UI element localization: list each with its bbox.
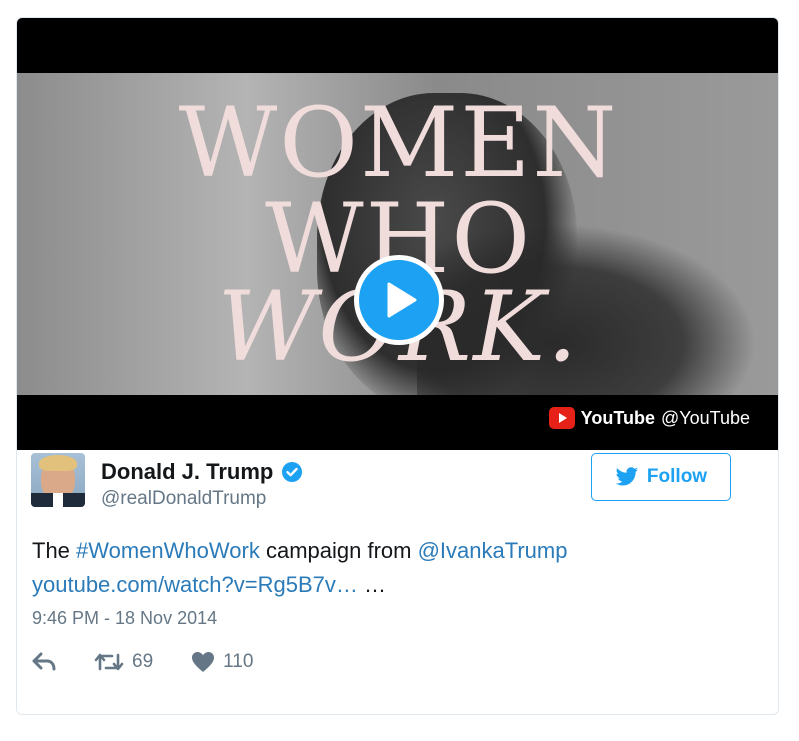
like-button[interactable]: 110: [191, 651, 253, 673]
tweet-text: The #WomenWhoWork campaign from @IvankaT…: [32, 538, 568, 597]
video-thumbnail[interactable]: WOMEN WHO WORK.: [17, 73, 778, 395]
verified-badge-icon: [282, 462, 303, 482]
play-button[interactable]: [354, 255, 444, 345]
retweet-button[interactable]: 69: [94, 651, 153, 673]
user-handle[interactable]: @realDonaldTrump: [101, 488, 266, 510]
tweet-actions: 69 110: [32, 650, 291, 674]
retweet-count: 69: [132, 651, 154, 672]
follow-label: Follow: [646, 466, 708, 487]
video-title-line-1: WOMEN: [178, 87, 619, 199]
twitter-bird-icon: [615, 467, 638, 486]
source-handle: @YouTube: [660, 407, 750, 428]
video-source[interactable]: YouTube @YouTube: [548, 406, 750, 430]
url-link[interactable]: youtube.com/watch?v=Rg5B7v…: [32, 572, 358, 597]
youtube-icon: [548, 407, 575, 429]
display-name[interactable]: Donald J. Trump: [101, 459, 303, 485]
avatar[interactable]: [31, 453, 85, 507]
heart-icon: [192, 652, 215, 672]
reply-button[interactable]: [32, 652, 56, 672]
display-name-text: Donald J. Trump: [101, 459, 274, 484]
retweet-icon: [94, 653, 124, 671]
source-name: YouTube: [580, 407, 655, 428]
play-icon: [387, 282, 417, 318]
video-embed[interactable]: WOMEN WHO WORK. YouTube @YouTube: [17, 18, 778, 450]
hashtag-link[interactable]: #WomenWhoWork: [76, 538, 260, 563]
like-count: 110: [223, 651, 254, 672]
reply-icon: [32, 652, 56, 671]
follow-button[interactable]: Follow: [591, 453, 731, 501]
mention-link[interactable]: @IvankaTrump: [418, 538, 568, 563]
tweet-timestamp[interactable]: 9:46 PM - 18 Nov 2014: [32, 608, 217, 629]
